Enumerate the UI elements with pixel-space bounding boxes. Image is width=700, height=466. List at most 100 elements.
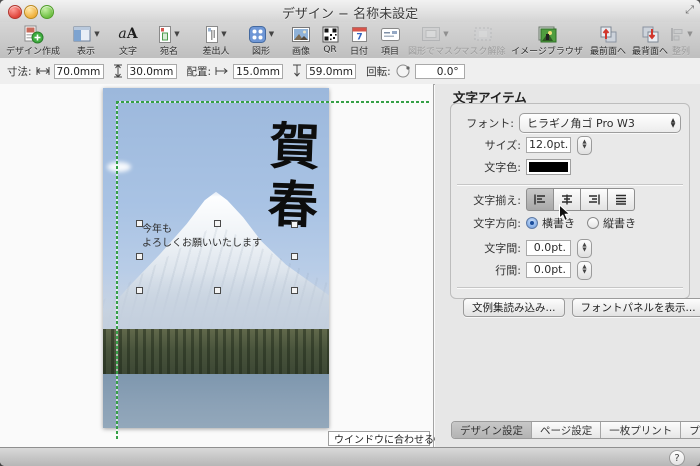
svg-text:7: 7 bbox=[356, 33, 362, 43]
toolbar-button-image-browser[interactable]: イメージブラウザ bbox=[510, 24, 584, 57]
inspector-panel: 文字アイテム フォント: ヒラギノ角ゴ Pro W3 ▲ ▼ サイズ: 12.0p… bbox=[435, 84, 700, 447]
align-icon bbox=[669, 26, 685, 43]
status-bar: ? bbox=[0, 447, 700, 466]
chevron-down-icon: ▼ bbox=[687, 29, 693, 38]
toolbar-button-image[interactable]: 画像 bbox=[285, 24, 317, 57]
toolbar-label: 図形 bbox=[251, 47, 270, 57]
toolbar-button-sender[interactable]: ▼ 差出人 bbox=[193, 24, 239, 57]
toolbar-button-addressee[interactable]: ▼ 宛名 bbox=[148, 24, 190, 57]
selection-handle-top-center[interactable] bbox=[214, 220, 221, 227]
selection-handle-top-left[interactable] bbox=[136, 220, 143, 227]
tab-single-print[interactable]: 一枚プリント bbox=[600, 422, 681, 438]
toolbar-button-qr[interactable]: QR bbox=[317, 24, 343, 57]
char-spacing-input[interactable]: 0.0pt. bbox=[526, 240, 571, 256]
char-spacing-stepper[interactable]: ▲ ▼ bbox=[577, 238, 592, 258]
toolbar-button-display[interactable]: ▼ 表示 bbox=[64, 24, 108, 57]
toolbar-label: 整列 bbox=[671, 47, 690, 57]
position-x-input[interactable]: 15.0mm bbox=[233, 63, 284, 79]
radio-vertical-writing[interactable] bbox=[587, 217, 599, 229]
line-spacing-label: 行間: bbox=[495, 264, 521, 277]
display-icon bbox=[72, 25, 92, 43]
height-input[interactable]: 30.0mm bbox=[126, 63, 177, 79]
app-window: デザイン − 名称未設定 ⤢ デザイン作成 ▼ 表示 aA 文字 ▼ 宛名 ▼ … bbox=[0, 0, 700, 466]
size-label: 寸法: bbox=[7, 65, 32, 78]
text-item-groupbox: フォント: ヒラギノ角ゴ Pro W3 ▲ ▼ サイズ: 12.0pt. ▲ ▼ 文… bbox=[450, 103, 700, 317]
selection-handle-bottom-center[interactable] bbox=[214, 287, 221, 294]
tab-print[interactable]: プリント bbox=[680, 422, 700, 438]
line-spacing-stepper[interactable]: ▲ ▼ bbox=[577, 260, 592, 280]
title-bar: デザイン − 名称未設定 ⤢ bbox=[0, 0, 700, 23]
rotation-icon bbox=[395, 63, 411, 79]
chevron-down-icon: ▼ bbox=[174, 29, 180, 38]
margin-guide-vertical bbox=[116, 101, 118, 439]
radio-vertical-label[interactable]: 縦書き bbox=[603, 215, 636, 231]
toolbar-button-field[interactable]: 項目 bbox=[375, 24, 405, 57]
stepper-down-icon: ▼ bbox=[582, 144, 587, 150]
addressee-icon bbox=[158, 25, 172, 44]
toolbar-label: デザイン作成 bbox=[5, 47, 60, 57]
char-spacing-label: 文字間: bbox=[484, 242, 521, 255]
toolbar-button-align[interactable]: ▼ 整列 bbox=[664, 24, 698, 57]
text-color-well[interactable] bbox=[526, 159, 571, 175]
margin-guide-horizontal bbox=[116, 101, 430, 103]
toolbar-button-mask-release[interactable]: マスク解除 bbox=[458, 24, 508, 57]
height-measure-icon bbox=[113, 64, 123, 78]
text-color-label: 文字色: bbox=[484, 161, 521, 174]
toolbar-button-mask-with-shape[interactable]: ▼ 図形でマスク bbox=[406, 24, 464, 57]
position-x-icon bbox=[215, 66, 229, 76]
radio-horizontal-writing[interactable] bbox=[526, 217, 538, 229]
greeting-calligraphy[interactable]: 賀春 bbox=[255, 119, 322, 336]
selection-handle-mid-left[interactable] bbox=[136, 253, 143, 260]
line-spacing-input[interactable]: 0.0pt. bbox=[526, 262, 571, 278]
load-phrase-collection-button[interactable]: 文例集読み込み... bbox=[463, 298, 565, 317]
align-left-button[interactable] bbox=[526, 188, 554, 211]
tab-page-settings[interactable]: ページ設定 bbox=[531, 422, 601, 438]
toolbar-label: イメージブラウザ bbox=[511, 47, 583, 57]
align-justify-button[interactable] bbox=[608, 188, 635, 211]
zoom-level-select[interactable]: ウインドウに合わせる ▲▼ bbox=[328, 431, 439, 446]
message-line-2: よろしくお願いいたします bbox=[142, 237, 262, 249]
align-right-icon bbox=[589, 194, 600, 205]
zoom-level-value: ウインドウに合わせる bbox=[334, 435, 434, 446]
photo-cloud bbox=[107, 162, 131, 172]
qr-icon bbox=[322, 26, 339, 43]
toolbar-label: 差出人 bbox=[202, 47, 230, 57]
text-icon: aA bbox=[118, 26, 138, 42]
position-y-input[interactable]: 59.0mm bbox=[306, 63, 357, 79]
chevron-down-icon: ▼ bbox=[268, 29, 275, 38]
toolbar-label: 画像 bbox=[291, 47, 310, 57]
font-popup-button[interactable]: ヒラギノ角ゴ Pro W3 ▲ ▼ bbox=[519, 113, 681, 133]
shapes-icon bbox=[248, 25, 267, 44]
photo-lake bbox=[103, 373, 329, 428]
stepper-down-icon: ▼ bbox=[582, 269, 587, 275]
align-justify-icon bbox=[616, 194, 626, 205]
font-size-input[interactable]: 12.0pt. bbox=[526, 137, 571, 153]
size-label: サイズ: bbox=[484, 139, 521, 152]
tab-design-settings[interactable]: デザイン設定 bbox=[452, 422, 531, 438]
width-input[interactable]: 70.0mm bbox=[53, 63, 104, 79]
align-right-button[interactable] bbox=[581, 188, 608, 211]
align-left-icon bbox=[534, 194, 545, 205]
toolbar-button-date[interactable]: 7 日付 bbox=[344, 24, 374, 57]
toolbar-label: マスク解除 bbox=[460, 47, 506, 57]
show-font-panel-button[interactable]: フォントパネルを表示... bbox=[571, 298, 700, 317]
message-text-item[interactable]: 今年も よろしくお願いいたします bbox=[142, 223, 262, 250]
selection-handle-bottom-left[interactable] bbox=[136, 287, 143, 294]
toolbar-label: QR bbox=[323, 45, 337, 55]
toolbar-button-bring-to-front[interactable]: 最前面へ bbox=[586, 24, 630, 57]
selection-handle-top-right[interactable] bbox=[291, 221, 298, 228]
fullscreen-icon[interactable]: ⤢ bbox=[685, 4, 694, 16]
toolbar-label: 宛名 bbox=[159, 47, 178, 57]
toolbar-button-shapes[interactable]: ▼ 図形 bbox=[240, 24, 282, 57]
bring-to-front-icon bbox=[598, 25, 618, 44]
toolbar-button-text[interactable]: aA 文字 bbox=[111, 24, 145, 57]
settings-tab-bar: デザイン設定 ページ設定 一枚プリント プリント bbox=[451, 421, 700, 439]
rotation-input[interactable]: 0.0° bbox=[414, 63, 465, 79]
font-size-stepper[interactable]: ▲ ▼ bbox=[577, 135, 592, 155]
help-button[interactable]: ? bbox=[669, 450, 685, 466]
font-popup-value: ヒラギノ角ゴ Pro W3 bbox=[527, 117, 635, 130]
selection-handle-bottom-right[interactable] bbox=[291, 287, 298, 294]
toolbar-button-new-design[interactable]: デザイン作成 bbox=[2, 24, 64, 57]
selection-handle-mid-right[interactable] bbox=[291, 253, 298, 260]
design-canvas[interactable]: 賀春 今年も よろしくお願いいたします ウインドウに合わせる ▲▼ bbox=[0, 84, 439, 447]
